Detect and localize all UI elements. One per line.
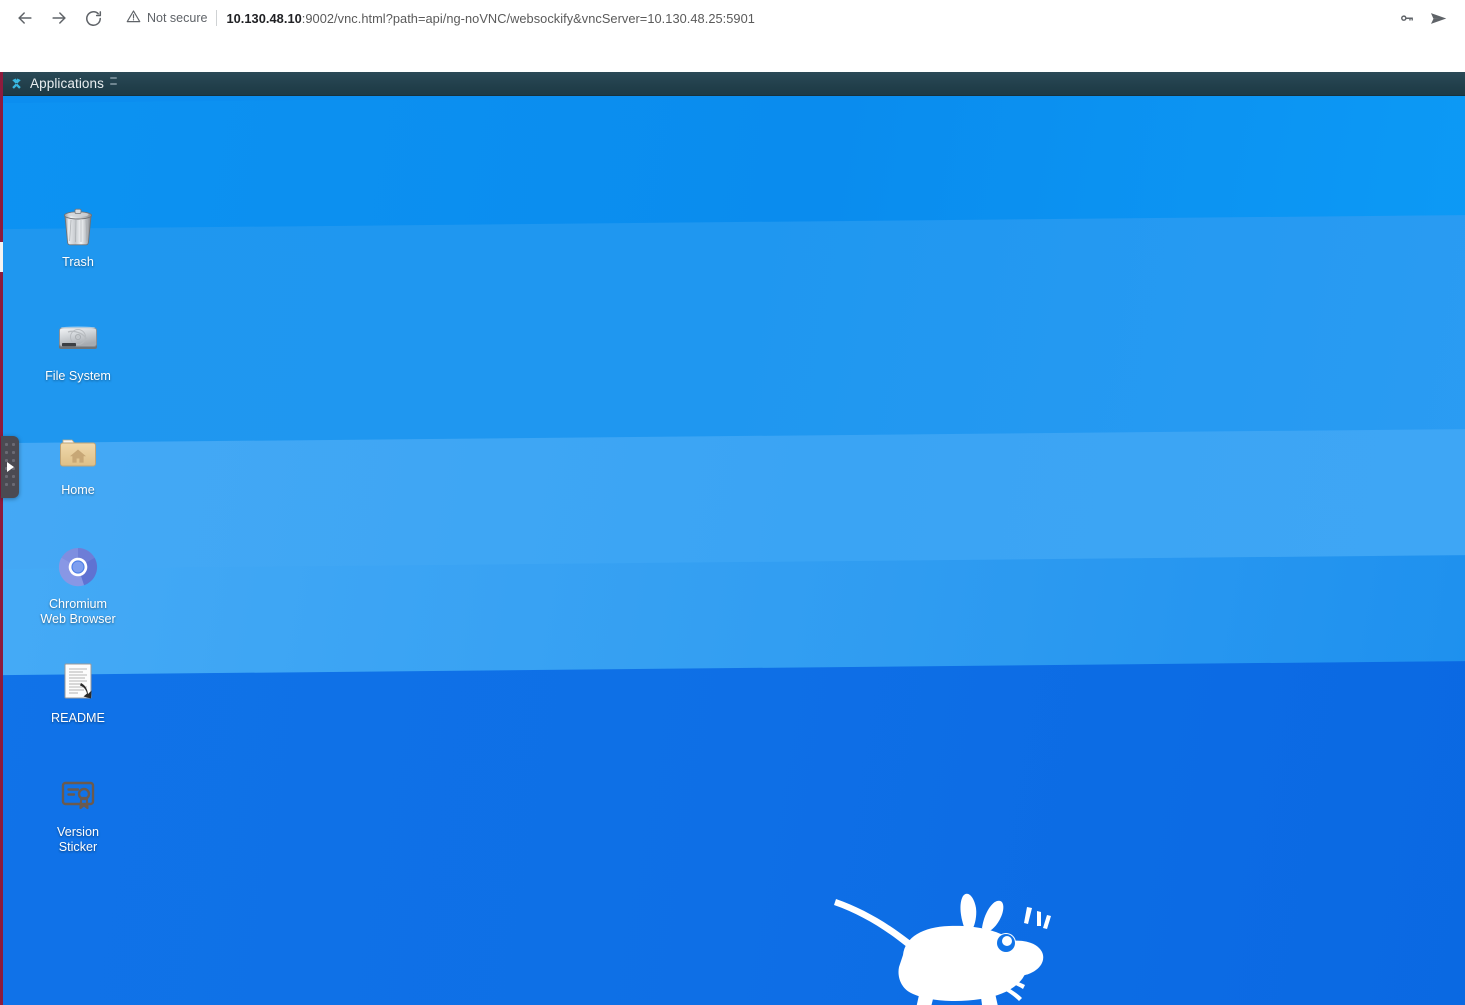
desktop-icon-filesystem[interactable]: File System	[32, 315, 124, 384]
desktop-icon-label: Trash	[62, 255, 94, 269]
applications-menu-label[interactable]: Applications	[30, 76, 104, 91]
warning-triangle-icon	[126, 9, 141, 27]
xfce-x-logo-icon[interactable]	[5, 73, 27, 95]
reload-button[interactable]	[78, 3, 108, 33]
url-path: :9002/vnc.html?path=api/ng-noVNC/websock…	[301, 10, 755, 26]
security-indicator[interactable]: Not secure	[126, 9, 207, 27]
desktop-icon-label: README	[51, 711, 105, 725]
arrow-left-icon	[15, 8, 35, 28]
desktop-icon-chromium[interactable]: Chromium Web Browser	[32, 543, 124, 627]
back-button[interactable]	[10, 3, 40, 33]
browser-content-gap	[0, 37, 1465, 72]
forward-button[interactable]	[44, 3, 74, 33]
desktop-icon-home[interactable]: Home	[32, 429, 124, 498]
browser-toolbar: Not secure 10.130.48.10:9002/vnc.html?pa…	[0, 0, 1465, 37]
certificate-icon	[54, 771, 102, 819]
desktop-icon-grid: Trash File System Home Chromium Web Brow…	[3, 96, 1465, 1005]
desktop-icon-version-sticker[interactable]: Version Sticker	[32, 771, 124, 855]
trash-can-icon	[54, 201, 102, 249]
panel-grip-icon[interactable]	[110, 76, 117, 91]
chevron-right-icon	[7, 462, 14, 472]
key-icon[interactable]	[1393, 5, 1419, 31]
chromium-browser-icon	[54, 543, 102, 591]
toolbar-actions	[1393, 5, 1451, 31]
omnibox-divider	[216, 10, 218, 26]
desktop-icon-readme[interactable]: README	[32, 657, 124, 726]
address-bar[interactable]: Not secure 10.130.48.10:9002/vnc.html?pa…	[118, 4, 1385, 32]
novnc-control-bar-handle[interactable]	[1, 436, 19, 498]
reload-icon	[84, 9, 103, 28]
send-icon[interactable]	[1425, 5, 1451, 31]
desktop-icon-label: Chromium Web Browser	[40, 597, 116, 626]
desktop-icon-label: Home	[61, 483, 95, 497]
desktop-icon-trash[interactable]: Trash	[32, 201, 124, 270]
home-folder-icon	[54, 429, 102, 477]
arrow-right-icon	[49, 8, 69, 28]
xfce-panel: Applications	[3, 72, 1465, 96]
hard-drive-icon	[54, 315, 102, 363]
desktop-icon-label: Version Sticker	[56, 825, 99, 854]
desktop-wallpaper[interactable]: Trash File System Home Chromium Web Brow…	[3, 96, 1465, 1005]
url-host: 10.130.48.10	[226, 10, 302, 26]
document-shortcut-icon	[54, 657, 102, 705]
page-scrollbar-thumb[interactable]	[0, 242, 3, 272]
url-display[interactable]: 10.130.48.10:9002/vnc.html?path=api/ng-n…	[226, 11, 754, 26]
security-label: Not secure	[147, 11, 208, 25]
desktop-icon-label: File System	[45, 369, 111, 383]
page-scrollbar[interactable]	[0, 72, 3, 1005]
vnc-viewport[interactable]: Applications Trash File System Home Chro…	[0, 72, 1465, 1005]
